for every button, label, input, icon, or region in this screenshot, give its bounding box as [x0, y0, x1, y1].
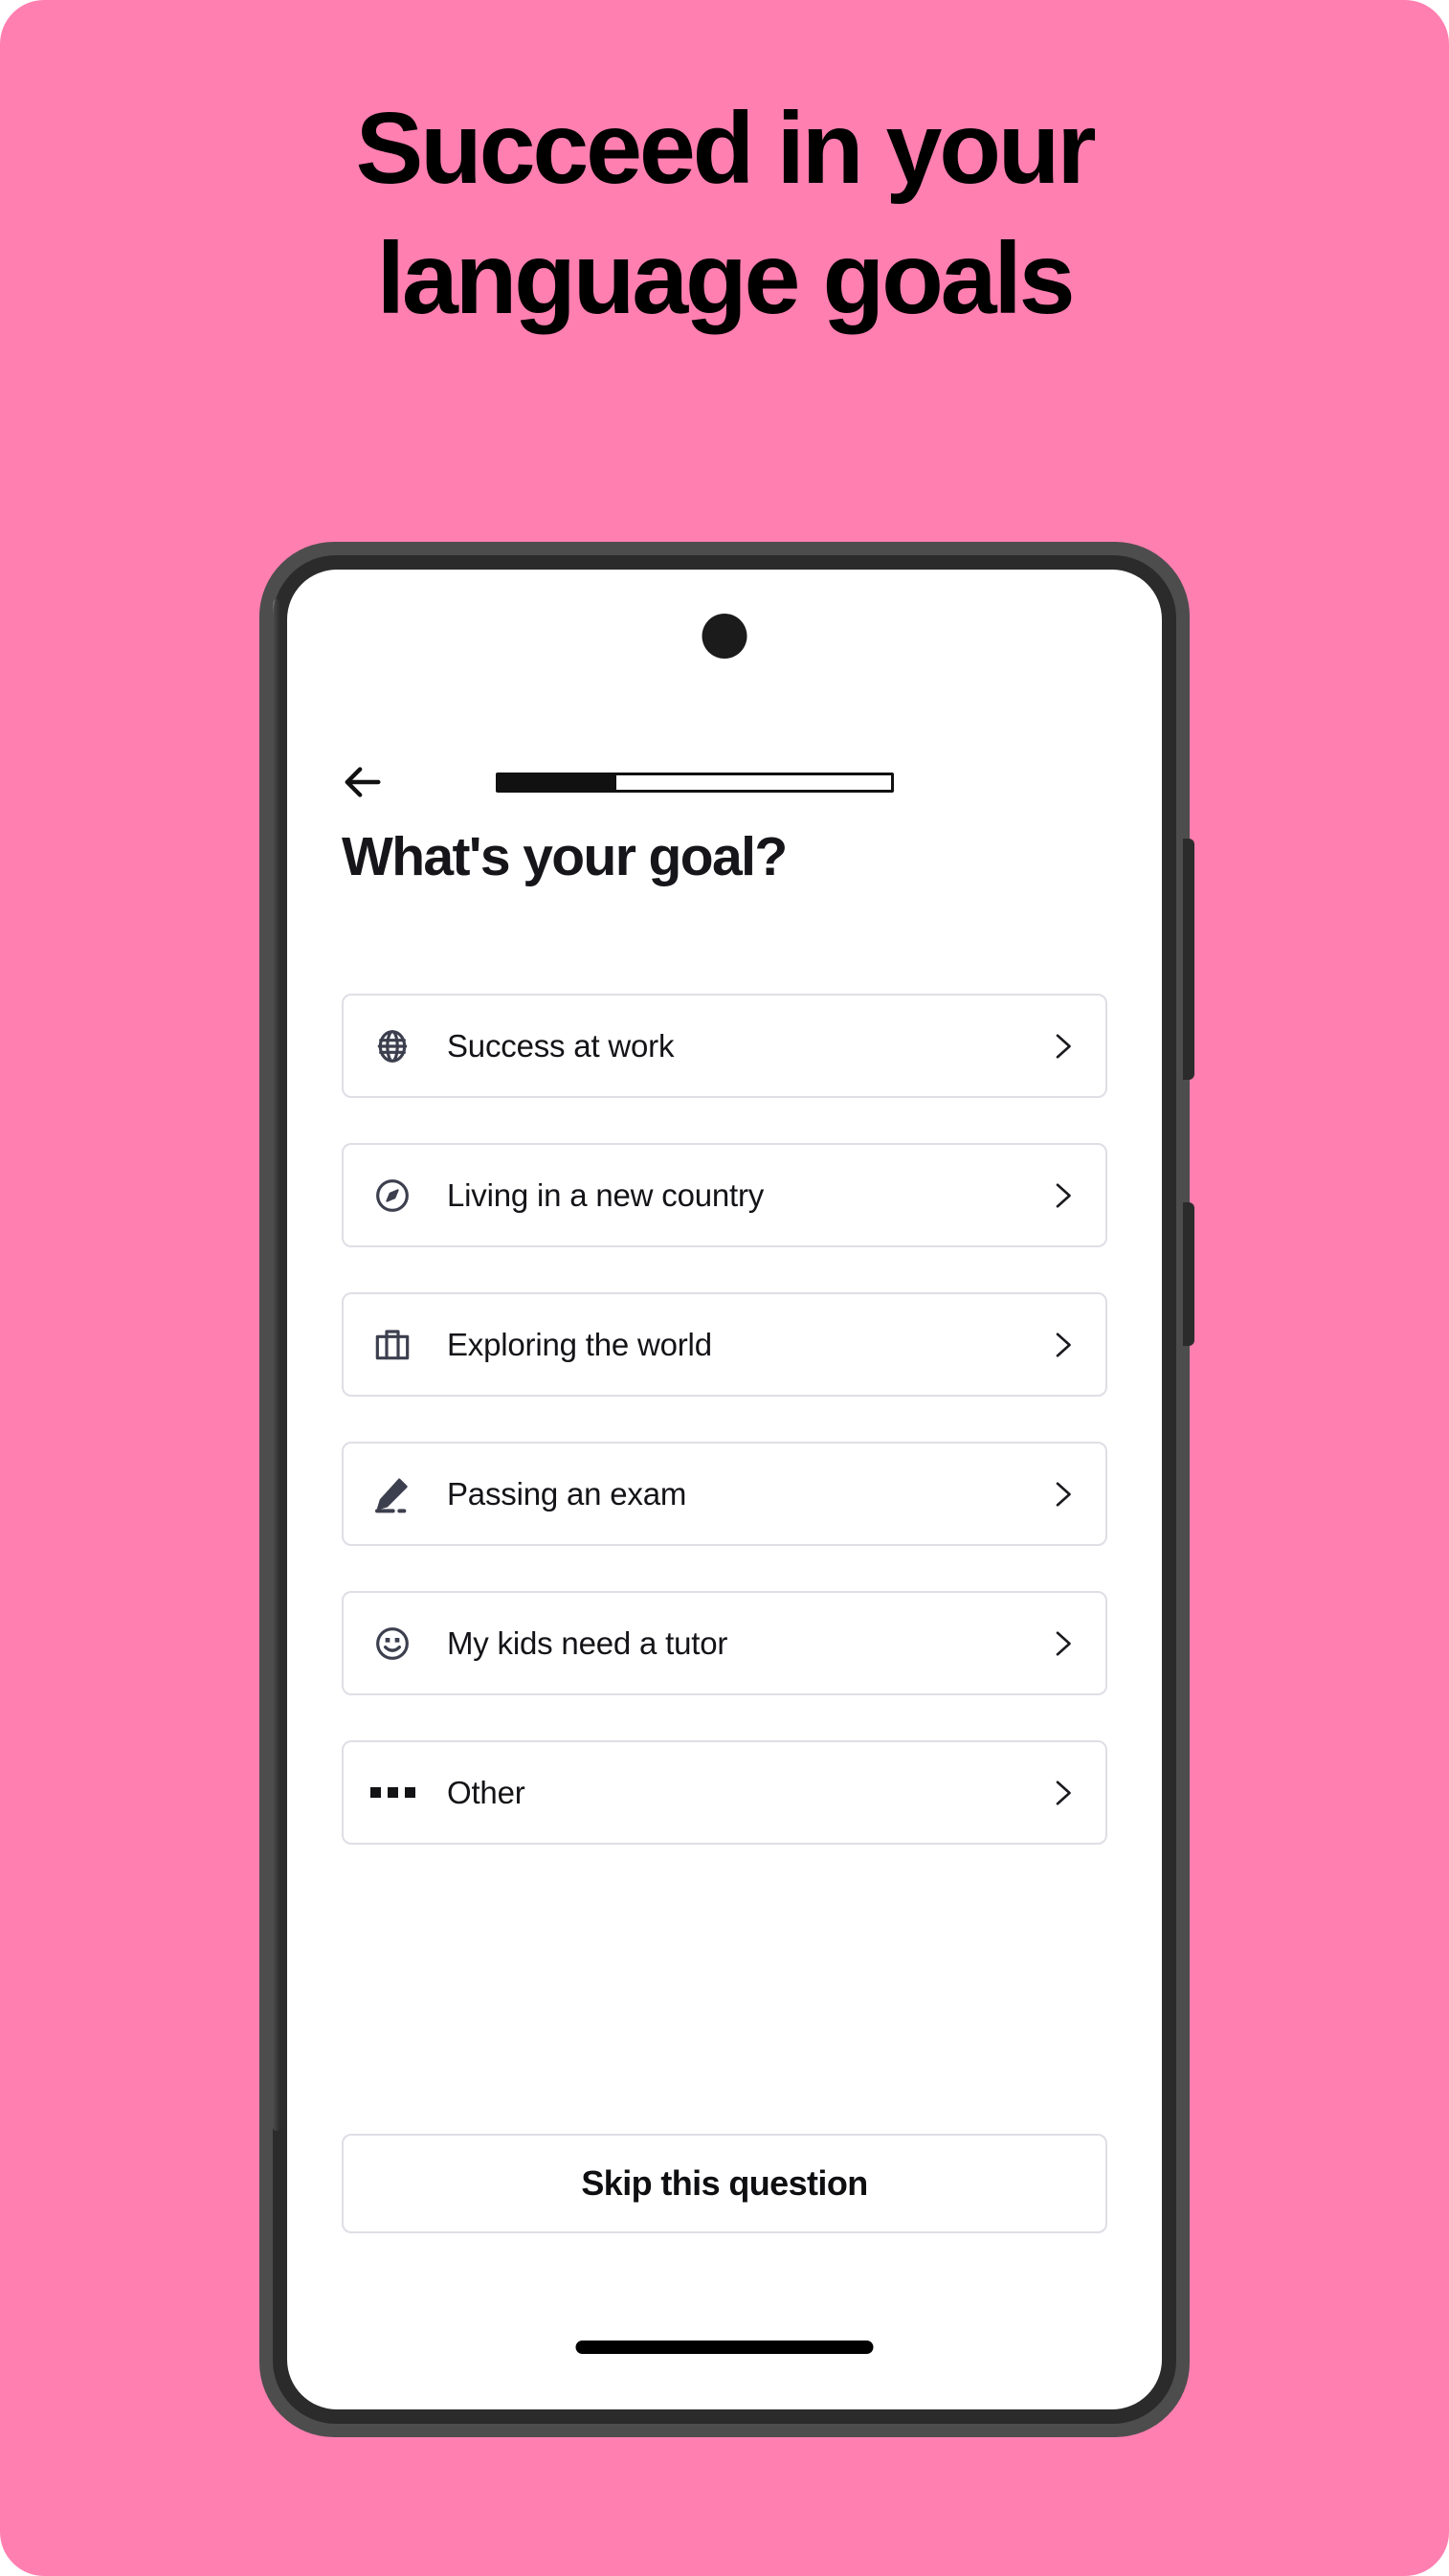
option-living-in-a-new-country[interactable]: Living in a new country [342, 1143, 1107, 1247]
chevron-right-icon[interactable] [1046, 1473, 1079, 1515]
smiley-icon [370, 1622, 414, 1666]
globe-icon [370, 1024, 414, 1068]
headline-line-2: language goals [376, 221, 1076, 335]
option-other[interactable]: Other [342, 1740, 1107, 1845]
arrow-left-icon[interactable] [342, 756, 393, 808]
skip-question-button[interactable]: Skip this question [342, 2134, 1107, 2233]
ellipsis-icon [369, 1771, 415, 1815]
chevron-right-icon[interactable] [1046, 1772, 1079, 1814]
option-label: Living in a new country [447, 1176, 765, 1213]
app-screen: What's your goal? Success at work Living… [287, 570, 1162, 2409]
power-button[interactable] [1183, 1202, 1194, 1346]
bezel-highlight [273, 599, 280, 2131]
chevron-right-icon[interactable] [1046, 1175, 1079, 1217]
option-label: Exploring the world [447, 1326, 712, 1362]
chevron-right-icon[interactable] [1046, 1025, 1079, 1067]
home-indicator[interactable] [575, 2341, 874, 2354]
option-success-at-work[interactable]: Success at work [342, 994, 1107, 1098]
onboarding-progress-bar [496, 773, 894, 793]
option-exploring-the-world[interactable]: Exploring the world [342, 1292, 1107, 1397]
option-label: My kids need a tutor [447, 1624, 728, 1661]
chevron-right-icon[interactable] [1046, 1324, 1079, 1366]
progress-fill [499, 775, 616, 790]
phone-screen: What's your goal? Success at work Living… [287, 570, 1162, 2409]
phone-mockup: What's your goal? Success at work Living… [259, 542, 1194, 2437]
promo-poster: Succeed in your language goals What's yo… [0, 0, 1449, 2576]
option-my-kids-need-a-tutor[interactable]: My kids need a tutor [342, 1591, 1107, 1695]
option-passing-an-exam[interactable]: Passing an exam [342, 1442, 1107, 1546]
poster-headline: Succeed in your language goals [0, 84, 1449, 344]
headline-line-1: Succeed in your [355, 92, 1097, 205]
option-label: Passing an exam [447, 1475, 687, 1512]
volume-rocker-button[interactable] [1183, 839, 1194, 1080]
compass-icon [370, 1174, 414, 1218]
goal-options-list: Success at work Living in a new country … [342, 994, 1107, 1890]
top-bar [342, 756, 1107, 808]
pencil-icon [370, 1472, 414, 1516]
briefcase-icon [370, 1323, 414, 1367]
chevron-right-icon[interactable] [1046, 1623, 1079, 1665]
option-label: Success at work [447, 1027, 675, 1064]
option-label: Other [447, 1774, 525, 1810]
page-title: What's your goal? [342, 826, 788, 887]
